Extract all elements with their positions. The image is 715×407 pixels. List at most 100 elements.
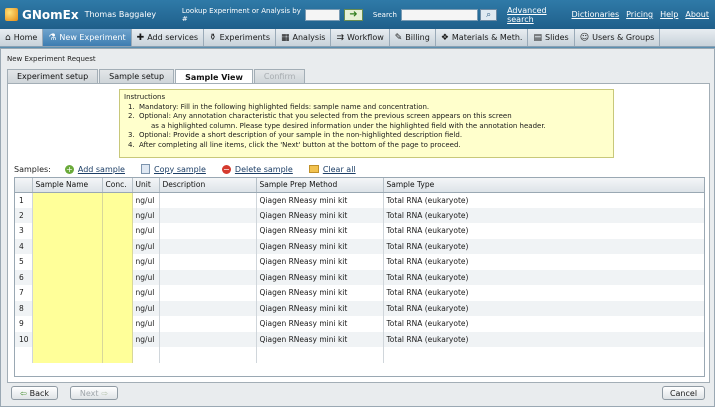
concentration-cell[interactable] [102,207,133,223]
prep-method-cell[interactable]: Qiagen RNeasy mini kit [256,285,384,301]
sample-type-cell[interactable]: Total RNA (eukaryote) [383,300,704,316]
sample-type-cell[interactable]: Total RNA (eukaryote) [383,269,704,285]
unit-cell[interactable]: ng/ul [132,223,160,239]
sample-type-cell[interactable]: Total RNA (eukaryote) [383,331,704,347]
lookup-input[interactable] [305,8,341,21]
table-row[interactable]: 8 ng/ul Qiagen RNeasy mini kit Total RNA (e… [15,300,704,316]
description-cell[interactable] [159,300,257,316]
dictionaries-link[interactable]: Dictionaries [572,10,620,19]
column-header[interactable]: Description [159,178,257,193]
nav-item-experiments[interactable]: ⚱ Experiments [204,29,276,46]
search-input[interactable] [400,8,479,21]
table-row[interactable] [15,347,704,363]
concentration-cell[interactable] [102,238,133,254]
table-row[interactable]: 5 ng/ul Qiagen RNeasy mini kit Total RNA (e… [15,254,704,270]
nav-item-new-experiment[interactable]: ⚗ New Experiment [43,29,132,46]
table-row[interactable]: 1 ng/ul Qiagen RNeasy mini kit Total RNA (e… [15,192,704,208]
description-cell[interactable] [159,331,257,347]
concentration-cell[interactable] [102,316,133,332]
nav-item-users-groups[interactable]: ☺ Users & Groups [575,29,661,46]
description-cell[interactable] [159,316,257,332]
tab-sample-view[interactable]: Sample View [175,69,253,84]
about-link[interactable]: About [685,10,709,19]
search-button[interactable]: ⌕ [480,8,498,21]
nav-item-materials-meth[interactable]: ❖ Materials & Meth. [436,29,529,46]
prep-method-cell[interactable]: Qiagen RNeasy mini kit [256,300,384,316]
column-header[interactable]: Unit [132,178,160,193]
next-button[interactable]: Next ⇨ [70,386,118,400]
add-sample-button[interactable]: + Add sample [64,164,125,174]
column-header[interactable]: Sample Prep Method [256,178,384,193]
sample-name-cell[interactable] [32,238,103,254]
prep-method-cell[interactable]: Qiagen RNeasy mini kit [256,207,384,223]
description-cell[interactable] [159,285,257,301]
unit-cell[interactable]: ng/ul [132,207,160,223]
unit-cell[interactable]: ng/ul [132,300,160,316]
prep-method-cell[interactable]: Qiagen RNeasy mini kit [256,254,384,270]
sample-name-cell[interactable] [32,331,103,347]
description-cell[interactable] [159,269,257,285]
prep-method-cell[interactable]: Qiagen RNeasy mini kit [256,331,384,347]
table-row[interactable]: 10 ng/ul Qiagen RNeasy mini kit Total RNA (… [15,331,704,347]
nav-item-slides[interactable]: ▤ Slides [528,29,575,46]
concentration-cell[interactable] [102,300,133,316]
sample-type-cell[interactable] [383,347,704,363]
column-header[interactable]: Conc. [102,178,133,193]
unit-cell[interactable]: ng/ul [132,285,160,301]
sample-type-cell[interactable]: Total RNA (eukaryote) [383,192,704,208]
app-logo[interactable]: GNomEx [5,8,79,22]
nav-item-workflow[interactable]: ⇉ Workflow [331,29,390,46]
table-row[interactable]: 6 ng/ul Qiagen RNeasy mini kit Total RNA (e… [15,269,704,285]
description-cell[interactable] [159,238,257,254]
unit-cell[interactable]: ng/ul [132,254,160,270]
concentration-cell[interactable] [102,269,133,285]
sample-type-cell[interactable]: Total RNA (eukaryote) [383,254,704,270]
column-header[interactable] [15,178,33,193]
copy-sample-button[interactable]: Copy sample [140,164,206,174]
prep-method-cell[interactable]: Qiagen RNeasy mini kit [256,238,384,254]
sample-type-cell[interactable]: Total RNA (eukaryote) [383,285,704,301]
sample-name-cell[interactable] [32,207,103,223]
sample-name-cell[interactable] [32,192,103,208]
cancel-button[interactable]: Cancel [662,386,705,400]
nav-item-home[interactable]: ⌂ Home [0,29,44,46]
help-link[interactable]: Help [660,10,678,19]
unit-cell[interactable] [132,347,160,363]
advanced-search-link[interactable]: Advanced search [507,6,571,24]
concentration-cell[interactable] [102,223,133,239]
unit-cell[interactable]: ng/ul [132,192,160,208]
back-button[interactable]: ⇦ Back [11,386,58,400]
table-row[interactable]: 2 ng/ul Qiagen RNeasy mini kit Total RNA (e… [15,207,704,223]
unit-cell[interactable]: ng/ul [132,238,160,254]
prep-method-cell[interactable] [256,347,384,363]
sample-name-cell[interactable] [32,223,103,239]
sample-name-cell[interactable] [32,285,103,301]
sample-type-cell[interactable]: Total RNA (eukaryote) [383,238,704,254]
description-cell[interactable] [159,223,257,239]
tab-confirm[interactable]: Confirm [253,69,306,83]
sample-name-cell[interactable] [32,254,103,270]
prep-method-cell[interactable]: Qiagen RNeasy mini kit [256,316,384,332]
pricing-link[interactable]: Pricing [626,10,653,19]
sample-name-cell[interactable] [32,316,103,332]
prep-method-cell[interactable]: Qiagen RNeasy mini kit [256,223,384,239]
description-cell[interactable] [159,207,257,223]
concentration-cell[interactable] [102,285,133,301]
concentration-cell[interactable] [102,331,133,347]
sample-type-cell[interactable]: Total RNA (eukaryote) [383,316,704,332]
sample-name-cell[interactable] [32,300,103,316]
nav-item-analysis[interactable]: ▦ Analysis [276,29,332,46]
concentration-cell[interactable] [102,254,133,270]
description-cell[interactable] [159,254,257,270]
clear-all-button[interactable]: Clear all [308,165,356,174]
tab-sample-setup[interactable]: Sample setup [99,69,175,83]
description-cell[interactable] [159,347,257,363]
unit-cell[interactable]: ng/ul [132,331,160,347]
concentration-cell[interactable] [102,347,133,363]
column-header[interactable]: Sample Type [383,178,704,193]
concentration-cell[interactable] [102,192,133,208]
table-row[interactable]: 7 ng/ul Qiagen RNeasy mini kit Total RNA (e… [15,285,704,301]
sample-type-cell[interactable]: Total RNA (eukaryote) [383,223,704,239]
tab-experiment-setup[interactable]: Experiment setup [7,69,99,83]
nav-item-billing[interactable]: ✎ Billing [390,29,436,46]
